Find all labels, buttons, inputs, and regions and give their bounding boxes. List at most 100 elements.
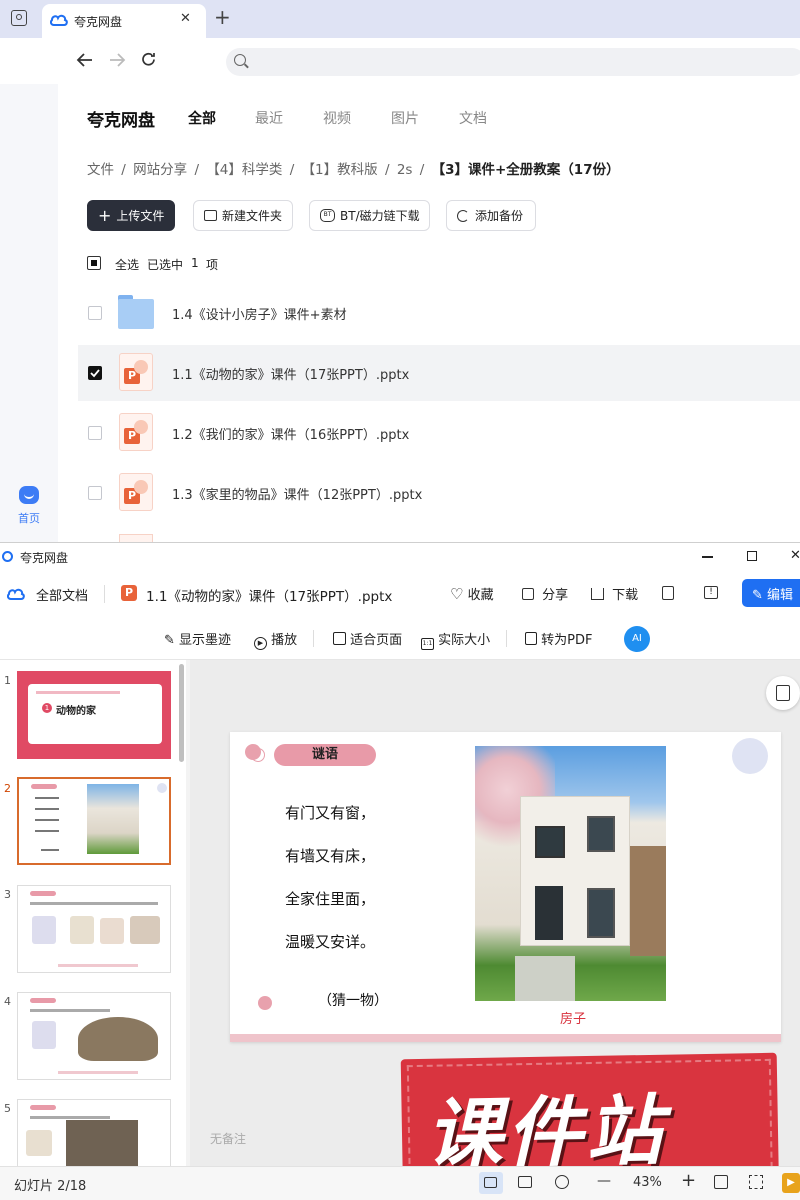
bt-download-button[interactable]: BT BT/磁力链下载 xyxy=(309,200,430,231)
zoom-in-button[interactable]: + xyxy=(681,1170,696,1191)
viewer-toolbar: ✎ 显示墨迹 ▶ 播放 适合页面 1:1 实际大小 转为PDF AI xyxy=(0,616,800,660)
new-folder-button[interactable]: 新建文件夹 xyxy=(193,200,293,231)
bt-icon: BT xyxy=(320,209,335,222)
row-checkbox[interactable] xyxy=(88,486,102,500)
tab-docs[interactable]: 文档 xyxy=(459,108,487,128)
breadcrumb-item[interactable]: 文件 xyxy=(87,162,114,178)
file-row[interactable]: P 1.1《动物的家》课件（17张PPT）.pptx xyxy=(78,345,800,401)
share-label: 分享 xyxy=(542,588,569,603)
breadcrumb-item[interactable]: 网站分享 xyxy=(133,162,187,178)
heart-icon: ♡ xyxy=(450,585,464,603)
file-row[interactable]: 1.4《设计小房子》课件+素材 xyxy=(78,285,800,341)
fullscreen-icon[interactable] xyxy=(749,1175,763,1189)
slide-bottom-band xyxy=(230,1034,781,1042)
tab-close-icon[interactable]: ✕ xyxy=(180,11,191,26)
play-icon: ▶ xyxy=(254,637,267,650)
export-icon[interactable] xyxy=(662,586,674,600)
thumb1-title: 动物的家 xyxy=(56,706,96,717)
reload-icon[interactable] xyxy=(140,51,157,68)
slide-thumbnail[interactable] xyxy=(17,992,171,1080)
quark-cloud-icon xyxy=(7,588,25,600)
selected-count: 1 xyxy=(191,256,199,270)
notes-view-icon[interactable] xyxy=(518,1176,532,1188)
file-row[interactable]: P 1.3《家里的物品》课件（12张PPT）.pptx xyxy=(78,465,800,521)
slide-thumbnail-selected[interactable] xyxy=(17,777,171,865)
select-all-checkbox[interactable] xyxy=(87,256,101,270)
thumbnail-scrollbar[interactable] xyxy=(179,664,184,762)
to-pdf-label: 转为PDF xyxy=(541,633,593,648)
view-mode-active-button[interactable] xyxy=(479,1172,503,1194)
actual-size-label: 实际大小 xyxy=(438,633,491,648)
slide-thumbnail[interactable]: 1 动物的家 xyxy=(17,671,171,759)
ai-assistant-button[interactable]: AI xyxy=(624,626,650,652)
notes-placeholder[interactable]: 无备注 xyxy=(210,1130,246,1147)
actual-size-button[interactable]: 1:1 实际大小 xyxy=(421,629,490,650)
browser-tab[interactable]: 夸克网盘 ✕ xyxy=(42,4,206,38)
download-label: 下载 xyxy=(612,588,639,603)
browser-tab-bar: 夸克网盘 ✕ + xyxy=(0,0,800,38)
slide-stage: 谜语 有门又有窗， 有墙又有床， 全家住里面， 温暖又安详。 （猜一物） 房子 xyxy=(190,660,800,1166)
play-button[interactable]: ▶ 播放 xyxy=(254,629,297,650)
download-button[interactable]: 下载 xyxy=(591,584,643,604)
favorite-button[interactable]: ♡ 收藏 xyxy=(450,584,506,604)
divider xyxy=(313,630,314,647)
back-icon[interactable] xyxy=(76,52,94,68)
edit-label: 编辑 xyxy=(767,588,794,603)
riddle-tag-label: 谜语 xyxy=(311,747,338,762)
home-rail-item[interactable]: 首页 xyxy=(0,482,58,528)
file-name[interactable]: 1.3《家里的物品》课件（12张PPT）.pptx xyxy=(172,484,422,503)
edit-button[interactable]: ✎ 编辑 xyxy=(742,579,800,607)
address-bar[interactable] xyxy=(226,48,800,76)
file-name[interactable]: 1.4《设计小房子》课件+素材 xyxy=(172,304,347,323)
show-ink-button[interactable]: ✎ 显示墨迹 xyxy=(164,629,231,648)
file-name[interactable]: 1.1《动物的家》课件（17张PPT）.pptx xyxy=(172,364,409,383)
close-button[interactable]: ✕ xyxy=(790,548,800,563)
slide-thumbnail[interactable] xyxy=(17,885,171,973)
add-backup-label: 添加备份 xyxy=(475,209,524,223)
globe-icon[interactable] xyxy=(555,1175,569,1189)
upload-button[interactable]: + 上传文件 xyxy=(87,200,175,231)
tab-search-icon[interactable] xyxy=(11,10,27,26)
browser-nav-bar xyxy=(0,38,800,84)
select-all-label[interactable]: 全选 xyxy=(115,256,139,273)
slide-pdf-icon[interactable] xyxy=(766,676,800,710)
all-docs-link[interactable]: 全部文档 xyxy=(36,585,88,604)
tab-all[interactable]: 全部 xyxy=(188,108,216,128)
breadcrumb-item[interactable]: 【4】科学类 xyxy=(206,162,282,178)
maximize-button[interactable] xyxy=(747,551,757,561)
divider xyxy=(104,585,105,603)
file-name[interactable]: 1.2《我们的家》课件（16张PPT）.pptx xyxy=(172,424,409,443)
breadcrumb-item[interactable]: 【1】教科版 xyxy=(302,162,378,178)
feedback-icon[interactable]: ! xyxy=(704,586,718,599)
minimize-button[interactable] xyxy=(702,556,713,558)
plus-icon: + xyxy=(98,206,112,225)
slideshow-play-icon[interactable]: ▶ xyxy=(782,1173,800,1193)
zoom-level: 43% xyxy=(633,1175,662,1190)
file-row[interactable]: P 1.2《我们的家》课件（16张PPT）.pptx xyxy=(78,405,800,461)
new-tab-button[interactable]: + xyxy=(214,5,231,29)
tab-recent[interactable]: 最近 xyxy=(255,108,283,128)
row-checkbox-checked[interactable] xyxy=(88,366,102,380)
drive-panel: 夸克网盘 全部 最近 视频 图片 文档 文件 / 网站分享 / 【4】科学类 /… xyxy=(58,84,800,542)
fit-screen-icon[interactable] xyxy=(714,1175,728,1189)
add-backup-button[interactable]: 添加备份 xyxy=(446,200,536,231)
viewer-window-title: 夸克网盘 xyxy=(20,551,69,565)
tab-title: 夸克网盘 xyxy=(74,15,123,29)
riddle-line: 有门又有窗， xyxy=(285,804,376,822)
zoom-out-button[interactable]: — xyxy=(597,1173,611,1189)
home-icon xyxy=(19,486,39,504)
forward-icon[interactable] xyxy=(108,52,126,68)
favorite-label: 收藏 xyxy=(467,588,494,603)
row-checkbox[interactable] xyxy=(88,426,102,440)
tab-video[interactable]: 视频 xyxy=(323,108,351,128)
tab-image[interactable]: 图片 xyxy=(391,108,419,128)
row-checkbox[interactable] xyxy=(88,306,102,320)
thumb-number: 2 xyxy=(4,782,11,795)
document-viewer-window: 夸克网盘 ✕ 全部文档 P 1.1《动物的家》课件（17张PPT）.pptx ♡… xyxy=(0,542,800,1200)
slide-thumbnail[interactable] xyxy=(17,1099,171,1166)
breadcrumb-item[interactable]: 2s xyxy=(397,162,413,178)
to-pdf-button[interactable]: 转为PDF xyxy=(525,629,592,648)
share-button[interactable]: 分享 xyxy=(522,584,574,604)
new-folder-label: 新建文件夹 xyxy=(222,209,283,223)
fit-page-button[interactable]: 适合页面 xyxy=(333,629,402,648)
